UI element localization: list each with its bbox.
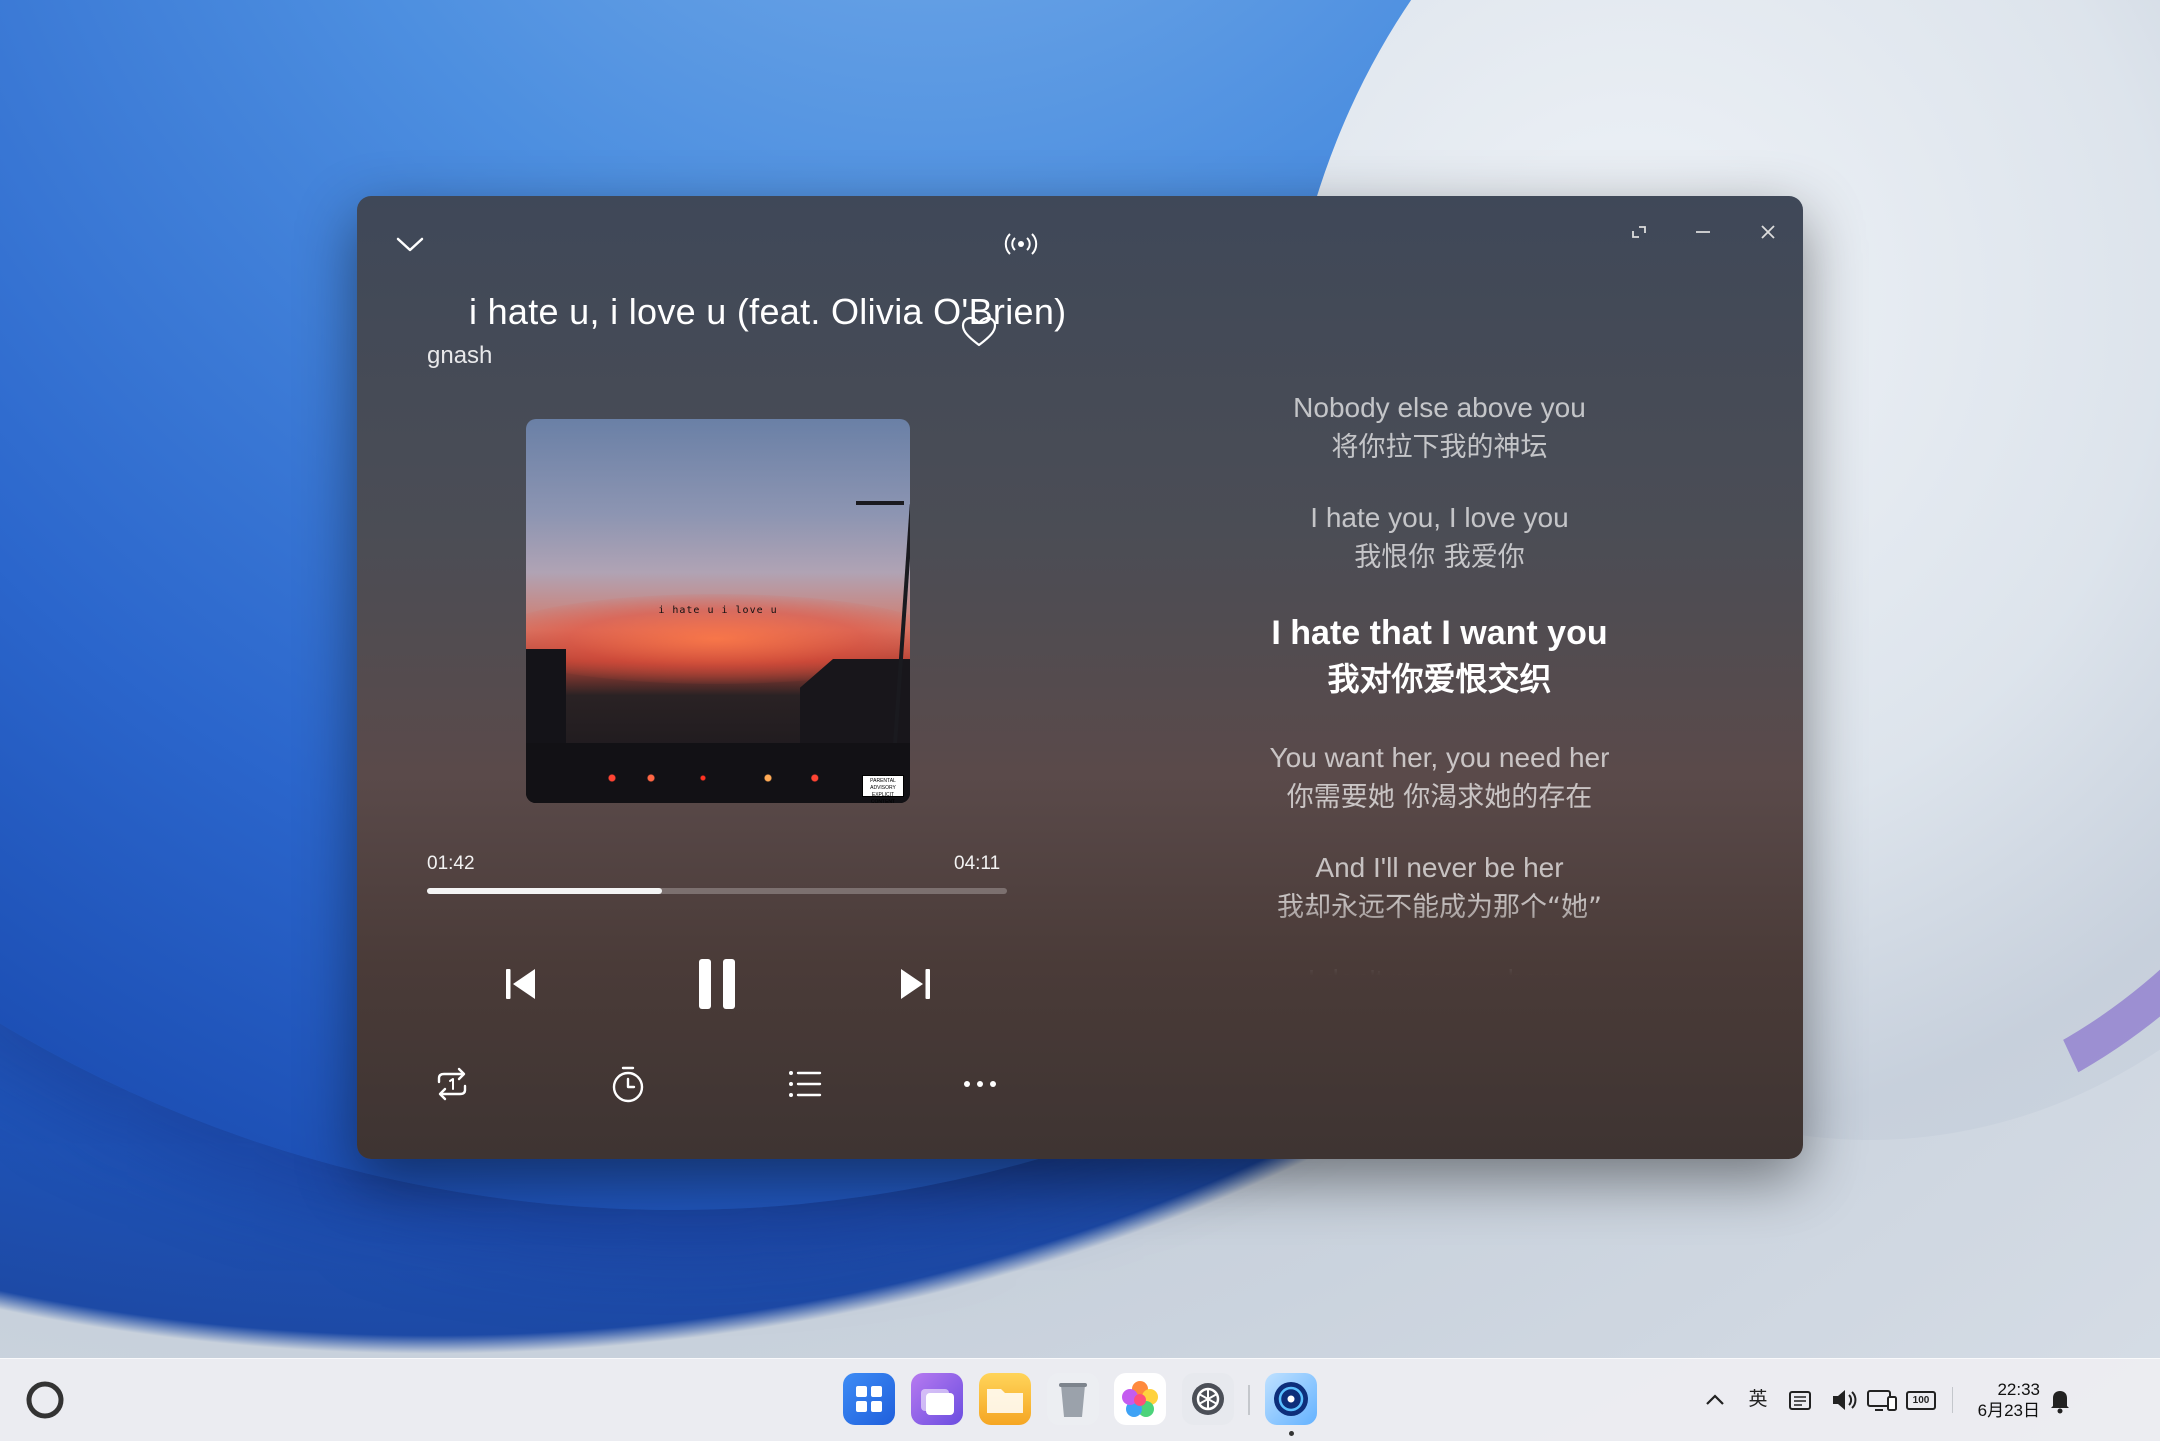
lyric-zh: 你需要她 你渴求她的存在 — [1286, 782, 1593, 813]
lyric-en: I hate that I want you — [1271, 614, 1608, 652]
volume-icon[interactable] — [1830, 1385, 1860, 1415]
window-close-icon[interactable] — [1758, 222, 1778, 242]
next-track-icon[interactable] — [895, 964, 935, 1004]
lyrics-panel[interactable]: Nobody else above you 将你拉下我的神坛 I hate yo… — [1117, 326, 1762, 976]
window-minimize-icon[interactable] — [1693, 222, 1713, 242]
display-devices-icon[interactable] — [1866, 1385, 1898, 1415]
music-player-window: i hate u, i love u (feat. Olivia O'Brien… — [357, 196, 1803, 1159]
multitask-icon[interactable] — [911, 1373, 963, 1425]
album-cover: i hate u i love u PARENTAL ADVISORY EXPL… — [526, 419, 910, 803]
lyric-en: I hate you, I love you — [1310, 502, 1569, 533]
progress-fill — [427, 888, 663, 894]
lyric-line[interactable]: I hate you, I love you 我恨你 我爱你 — [1117, 498, 1762, 578]
lyric-en: You want her, you need her — [1269, 742, 1610, 773]
tray-divider — [1952, 1387, 1953, 1413]
lyric-en: I don't mean no harm — [1117, 960, 1762, 976]
collapse-chevron-icon[interactable] — [395, 232, 425, 256]
input-method-icon[interactable]: 英 — [1745, 1385, 1771, 1415]
tray-expand-chevron-icon[interactable] — [1704, 1385, 1726, 1415]
progress-bar[interactable] — [427, 888, 1007, 894]
lyric-line[interactable]: You want her, you need her 你需要她 你渴求她的存在 — [1117, 738, 1762, 818]
cast-broadcast-icon[interactable] — [1003, 230, 1039, 258]
lyric-line-active[interactable]: I hate that I want you 我对你爱恨交织 — [1117, 610, 1762, 702]
parental-advisory-label: PARENTAL ADVISORY EXPLICIT CONTENT — [862, 775, 904, 803]
running-indicator — [1289, 1431, 1294, 1436]
lyric-zh: 我恨你 我爱你 — [1354, 542, 1525, 573]
lyric-zh: 我却永远不能成为那个“她” — [1277, 892, 1602, 923]
artist-name[interactable]: gnash — [427, 342, 492, 370]
lyric-line[interactable]: And I'll never be her 我却永远不能成为那个“她” — [1117, 848, 1762, 928]
lyric-line[interactable]: I don't mean no harm — [1117, 960, 1762, 976]
music-icon[interactable] — [1265, 1373, 1317, 1425]
playlist-icon[interactable] — [787, 1068, 823, 1100]
cover-title-text: i hate u i love u — [658, 605, 778, 616]
pause-icon[interactable] — [697, 958, 737, 1010]
battery-icon[interactable]: 100 — [1906, 1385, 1940, 1415]
clock-time: 22:33 — [1997, 1380, 2040, 1399]
settings-icon[interactable] — [1182, 1373, 1234, 1425]
taskbar: 英 100 22:33 6月23日 — [0, 1358, 2160, 1441]
lyric-zh: 我对你爱恨交织 — [1327, 660, 1552, 698]
repeat-one-icon[interactable] — [433, 1066, 471, 1102]
taskbar-divider — [1248, 1385, 1250, 1415]
previous-track-icon[interactable] — [501, 964, 541, 1004]
files-icon[interactable] — [979, 1373, 1031, 1425]
input-method-label: 英 — [1748, 1389, 1768, 1410]
favorite-heart-icon[interactable] — [961, 316, 997, 348]
lyric-zh: 将你拉下我的神坛 — [1331, 432, 1548, 463]
app-center-icon[interactable] — [843, 1373, 895, 1425]
lyric-line[interactable]: Nobody else above you 将你拉下我的神坛 — [1117, 388, 1762, 468]
clock-date: 6月23日 — [1977, 1401, 2040, 1420]
keyboard-clipboard-icon[interactable] — [1786, 1385, 1814, 1415]
battery-level-label: 100 — [1906, 1391, 1936, 1410]
trash-icon[interactable] — [1047, 1373, 1099, 1425]
current-time: 01:42 — [427, 853, 475, 874]
gallery-icon[interactable] — [1114, 1373, 1166, 1425]
more-options-icon[interactable] — [963, 1078, 997, 1090]
window-restore-icon[interactable] — [1629, 222, 1649, 242]
start-search-icon[interactable] — [24, 1379, 66, 1421]
sleep-timer-icon[interactable] — [610, 1064, 646, 1104]
lyric-en: And I'll never be her — [1315, 852, 1564, 883]
total-time: 04:11 — [954, 853, 1001, 874]
clock[interactable]: 22:33 6月23日 — [1960, 1379, 2040, 1421]
lyric-en: Nobody else above you — [1293, 392, 1586, 423]
notification-bell-icon[interactable] — [2048, 1385, 2072, 1415]
